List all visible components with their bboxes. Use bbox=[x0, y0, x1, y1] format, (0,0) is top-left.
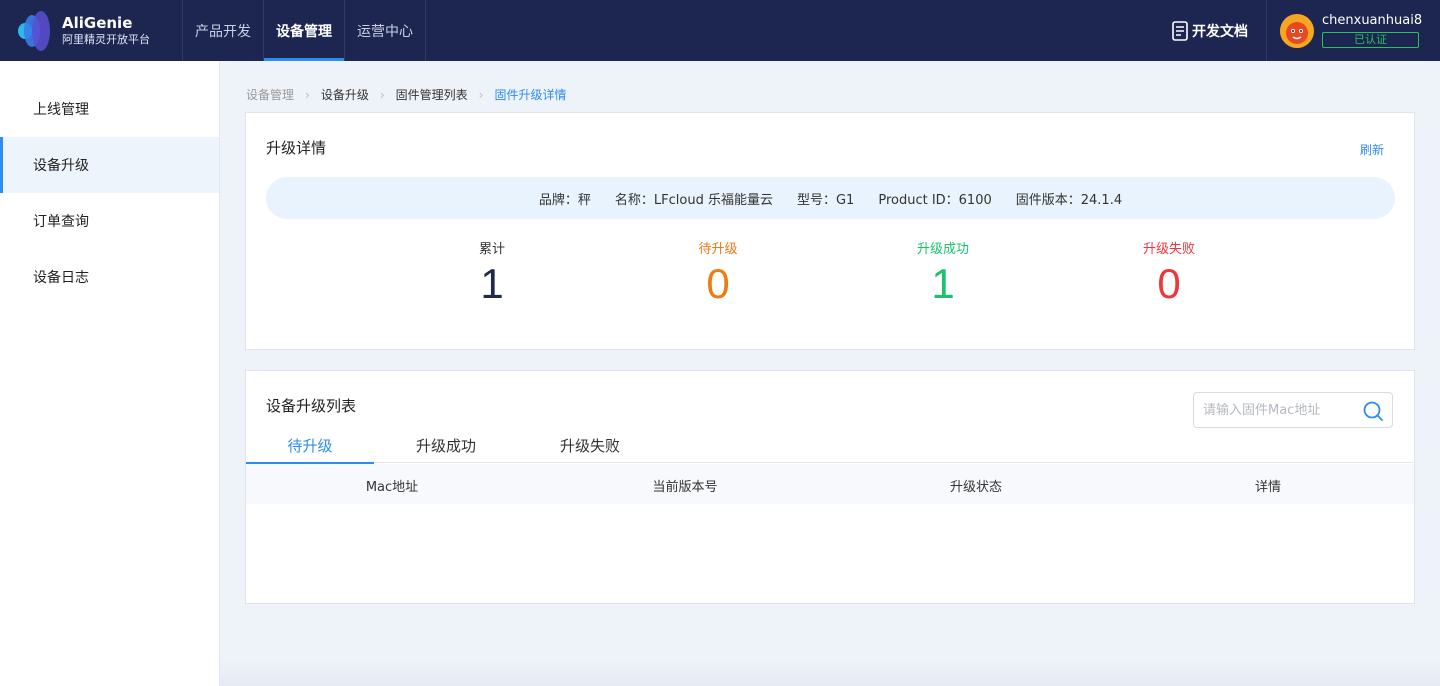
stat-value: 1 bbox=[480, 260, 504, 307]
refresh-button[interactable]: 刷新 bbox=[1360, 141, 1384, 158]
breadcrumb-device-upgrade[interactable]: 设备升级 bbox=[321, 86, 369, 103]
info-product-id: Product ID：6100 bbox=[878, 192, 992, 208]
tab-success[interactable]: 升级成功 bbox=[382, 427, 510, 463]
stat-value: 1 bbox=[931, 260, 955, 307]
chevron-right-icon: › bbox=[379, 87, 385, 102]
mac-search-input[interactable] bbox=[1203, 402, 1358, 418]
stat-label: 升级失败 bbox=[1142, 242, 1195, 257]
nav-product-dev[interactable]: 产品开发 bbox=[183, 0, 264, 61]
breadcrumb-firmware-list[interactable]: 固件管理列表 bbox=[396, 86, 468, 103]
breadcrumb-device-management[interactable]: 设备管理 bbox=[246, 86, 294, 103]
upgrade-list-card: 设备升级列表 待升级 升级成功 升级失败 Mac地址 当前版本号 升级状态 详情 bbox=[245, 370, 1415, 604]
nav-label: 设备管理 bbox=[276, 23, 332, 40]
stat-success: 升级成功 1 bbox=[883, 241, 1003, 309]
stat-value: 0 bbox=[1157, 260, 1181, 307]
breadcrumb: 设备管理 › 设备升级 › 固件管理列表 › 固件升级详情 bbox=[246, 86, 567, 103]
info-name: 名称：LFcloud 乐福能量云 bbox=[614, 192, 773, 208]
nav-operations-center[interactable]: 运营中心 bbox=[345, 0, 426, 61]
info-firmware-version: 固件版本：24.1.4 bbox=[1015, 192, 1123, 208]
column-header-mac: Mac地址 bbox=[365, 480, 419, 495]
brand-name: AliGenie bbox=[62, 14, 133, 32]
top-navbar: AliGenie 阿里精灵开放平台 产品开发 设备管理 运营中心 开发文档 ch… bbox=[0, 0, 1440, 61]
brand[interactable]: AliGenie 阿里精灵开放平台 bbox=[0, 0, 183, 61]
upgrade-detail-card: 升级详情 刷新 品牌：秤 名称：LFcloud 乐福能量云 型号：G1 Prod… bbox=[245, 112, 1415, 350]
firmware-info-strip: 品牌：秤 名称：LFcloud 乐福能量云 型号：G1 Product ID：6… bbox=[266, 177, 1395, 219]
column-header-upgrade-status: 升级状态 bbox=[949, 480, 1002, 495]
username: chenxuanhuai8 bbox=[1322, 13, 1423, 28]
sidebar-item-label: 设备升级 bbox=[33, 158, 89, 174]
chevron-right-icon: › bbox=[305, 87, 310, 102]
document-icon bbox=[1172, 20, 1188, 41]
sidebar-item-launch-management[interactable]: 上线管理 bbox=[0, 81, 219, 137]
tab-label: 升级成功 bbox=[415, 436, 476, 455]
sidebar-item-label: 上线管理 bbox=[33, 102, 89, 118]
sidebar-item-order-query[interactable]: 订单查询 bbox=[0, 193, 219, 249]
upgrade-list-title: 设备升级列表 bbox=[266, 397, 357, 415]
breadcrumb-firmware-upgrade-detail: 固件升级详情 bbox=[494, 88, 567, 102]
stat-failed: 升级失败 0 bbox=[1109, 241, 1229, 309]
nav-label: 运营中心 bbox=[357, 23, 413, 40]
page-bottom bbox=[220, 660, 1440, 686]
upgrade-status-tabs: 待升级 升级成功 升级失败 bbox=[246, 427, 1414, 464]
tab-label: 升级失败 bbox=[559, 436, 620, 455]
stat-total: 累计 1 bbox=[432, 241, 552, 309]
sidebar: 上线管理 设备升级 订单查询 设备日志 bbox=[0, 61, 220, 686]
mac-search-box bbox=[1193, 392, 1393, 428]
aligenie-logo-icon bbox=[18, 9, 54, 53]
dev-docs-link[interactable]: 开发文档 bbox=[1171, 0, 1267, 61]
tab-pending[interactable]: 待升级 bbox=[246, 427, 374, 464]
tab-label: 待升级 bbox=[287, 436, 333, 455]
nav-device-management[interactable]: 设备管理 bbox=[264, 0, 345, 61]
sidebar-item-device-log[interactable]: 设备日志 bbox=[0, 249, 219, 305]
chevron-right-icon: › bbox=[478, 87, 484, 102]
stat-pending: 待升级 0 bbox=[658, 241, 778, 309]
sidebar-item-label: 订单查询 bbox=[33, 214, 89, 230]
verified-badge: 已认证 bbox=[1322, 32, 1419, 48]
avatar[interactable] bbox=[1280, 13, 1314, 48]
stat-label: 累计 bbox=[478, 242, 505, 257]
nav-label: 产品开发 bbox=[195, 23, 251, 40]
column-header-details: 详情 bbox=[1254, 480, 1281, 495]
tab-failed[interactable]: 升级失败 bbox=[526, 427, 654, 463]
info-brand: 品牌：秤 bbox=[538, 192, 591, 208]
column-header-current-version: 当前版本号 bbox=[652, 480, 718, 495]
sidebar-item-device-upgrade[interactable]: 设备升级 bbox=[0, 137, 219, 193]
user-menu[interactable]: chenxuanhuai8 已认证 bbox=[1267, 0, 1440, 61]
sidebar-item-label: 设备日志 bbox=[33, 270, 89, 286]
upgrade-detail-title: 升级详情 bbox=[266, 139, 327, 157]
stat-label: 待升级 bbox=[698, 242, 738, 257]
info-model: 型号：G1 bbox=[796, 192, 855, 208]
stat-value: 0 bbox=[706, 260, 730, 307]
table-header: Mac地址 当前版本号 升级状态 详情 bbox=[246, 464, 1414, 504]
search-icon[interactable] bbox=[1362, 400, 1384, 422]
dev-docs-label: 开发文档 bbox=[1192, 23, 1248, 40]
stat-label: 升级成功 bbox=[916, 242, 969, 257]
brand-subtitle: 阿里精灵开放平台 bbox=[62, 33, 150, 46]
